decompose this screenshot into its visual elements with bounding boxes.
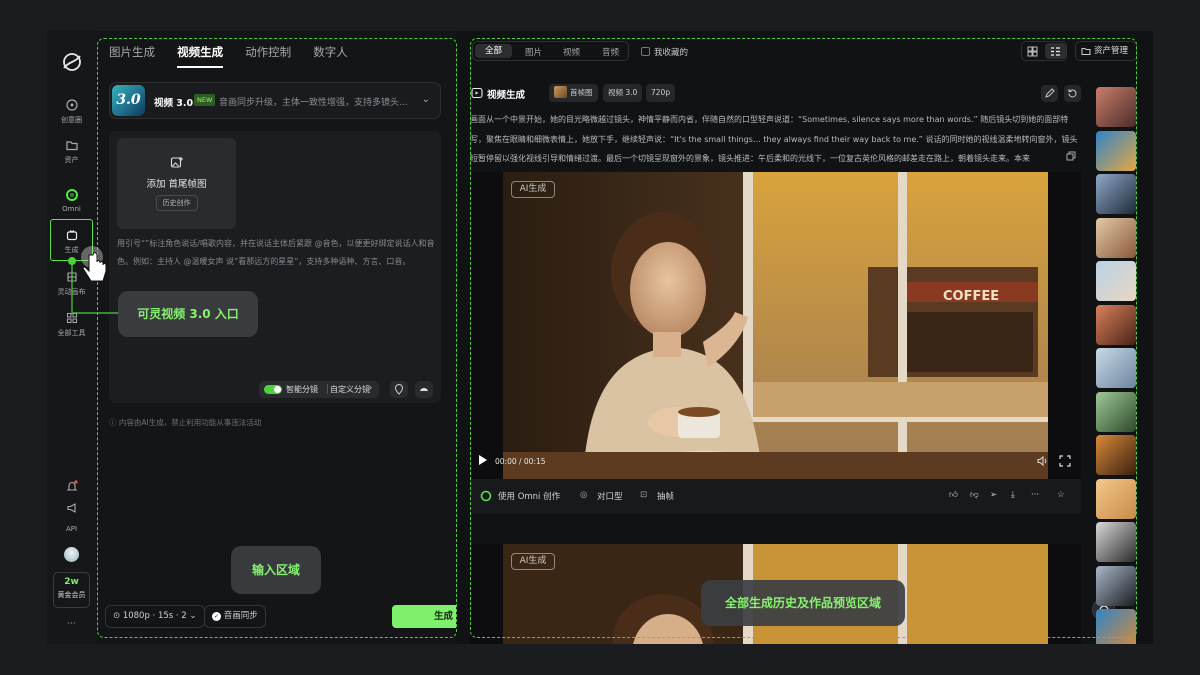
more-label: ··· — [67, 619, 76, 629]
rail-item-label: Omni — [62, 205, 81, 213]
left-rail: 创意圈 资产 Omni 生成 灵动画布 全部工具 API 2w 黄金会员 ··· — [47, 31, 96, 644]
history-area-outline — [470, 38, 1137, 638]
bell-icon[interactable] — [65, 479, 79, 493]
vip-count: 2w — [64, 577, 79, 587]
entry-callout: 可灵视频 3.0 入口 — [118, 291, 258, 337]
history-area-callout: 全部生成历史及作品预览区域 — [701, 580, 905, 626]
rail-item-label: 全部工具 — [57, 329, 86, 337]
rail-item-label: 生成 — [64, 246, 79, 254]
rail-item-label: 创意圈 — [61, 116, 82, 124]
omni-icon — [65, 189, 78, 201]
api-label: API — [65, 525, 78, 533]
avatar[interactable] — [64, 547, 79, 562]
kling-logo-icon[interactable] — [61, 51, 83, 73]
hand-cursor-icon — [81, 246, 107, 282]
more-button[interactable]: ··· — [47, 619, 96, 629]
sparkle-box-icon — [66, 230, 77, 241]
megaphone-icon[interactable] — [65, 501, 79, 515]
rail-item-omni[interactable]: Omni — [47, 188, 96, 213]
rail-item-creative[interactable]: 创意圈 — [47, 98, 96, 125]
folder-icon — [65, 141, 78, 151]
vip-badge[interactable]: 2w 黄金会员 — [53, 572, 90, 608]
compass-icon — [65, 99, 78, 111]
vip-label: 黄金会员 — [57, 591, 86, 599]
rail-item-assets[interactable]: 资产 — [47, 138, 96, 165]
input-area-callout: 输入区域 — [231, 546, 321, 594]
rail-item-label: 资产 — [64, 156, 79, 164]
rail-item-api[interactable]: API — [47, 525, 96, 533]
